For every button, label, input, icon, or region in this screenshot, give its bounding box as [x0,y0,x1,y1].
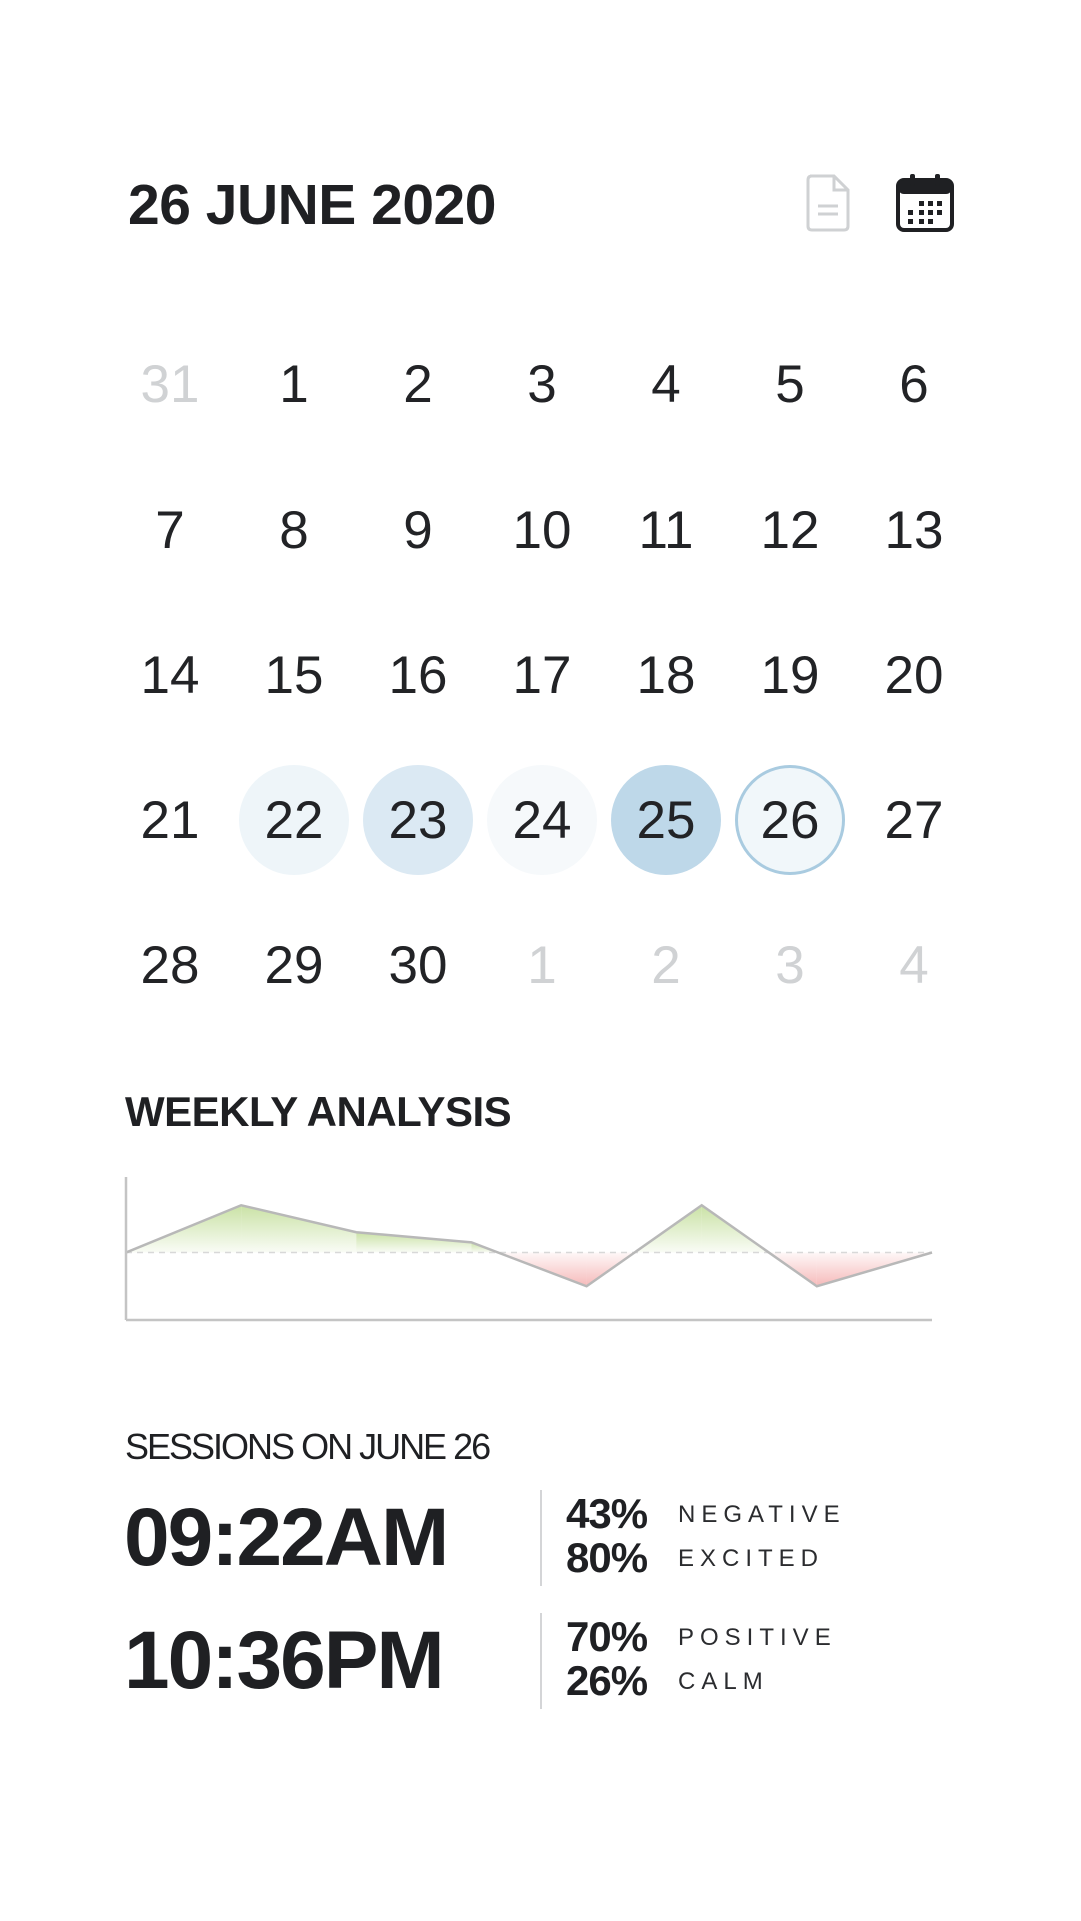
metric-value: 80% [566,1534,648,1581]
calendar-day[interactable]: 25 [611,765,721,875]
calendar-day[interactable]: 19 [735,620,845,730]
metric-label: NEGATIVE [678,1501,846,1528]
metric-label: CALM [678,1668,769,1695]
positive-area [356,1232,472,1253]
calendar-day[interactable]: 5 [735,329,845,439]
calendar-day[interactable]: 16 [363,620,473,730]
calendar-grid: 31 1 2 3 4 5 6 7 8 9 10 11 12 13 14 15 16 17 18 19 20 21 22 23 2… [0,318,1081,1018]
calendar-day[interactable]: 30 [363,910,473,1020]
calendar-day[interactable]: 3 [735,910,845,1020]
calendar-day[interactable]: 14 [115,620,225,730]
calendar-day[interactable]: 20 [859,620,969,730]
calendar-day[interactable]: 27 [859,765,969,875]
divider [540,1613,542,1709]
metric-value: 70% [566,1613,648,1660]
calendar-day[interactable]: 31 [115,329,225,439]
calendar-day[interactable]: 21 [115,765,225,875]
calendar-day[interactable]: 4 [611,329,721,439]
calendar-day[interactable]: 9 [363,475,473,585]
calendar-day[interactable]: 15 [239,620,349,730]
calendar-day[interactable]: 2 [611,910,721,1020]
session-row[interactable]: 10:36PM 70% POSITIVE 26% CALM [0,1613,1081,1723]
calendar-day[interactable]: 7 [115,475,225,585]
metric-label: EXCITED [678,1545,825,1572]
calendar-day[interactable]: 13 [859,475,969,585]
calendar-day[interactable]: 2 [363,329,473,439]
calendar-day[interactable]: 1 [487,910,597,1020]
calendar-day[interactable]: 11 [611,475,721,585]
calendar-day[interactable]: 29 [239,910,349,1020]
calendar-day[interactable]: 17 [487,620,597,730]
calendar-day[interactable]: 24 [487,765,597,875]
calendar-day[interactable]: 23 [363,765,473,875]
calendar-day[interactable]: 3 [487,329,597,439]
metric-value: 43% [566,1490,648,1537]
document-icon[interactable] [796,170,860,234]
sessions-title: SESSIONS ON JUNE 26 [125,1426,491,1467]
weekly-analysis-title: WEEKLY ANALYSIS [125,1088,512,1135]
session-row[interactable]: 09:22AM 43% NEGATIVE 80% EXCITED [0,1490,1081,1600]
calendar-day[interactable]: 22 [239,765,349,875]
calendar-day[interactable]: 6 [859,329,969,439]
calendar-day[interactable]: 18 [611,620,721,730]
divider [540,1490,542,1586]
calendar-day[interactable]: 28 [115,910,225,1020]
session-time: 09:22AM [124,1492,449,1583]
calendar-day[interactable]: 12 [735,475,845,585]
calendar-icon[interactable] [893,170,957,234]
calendar-day[interactable]: 8 [239,475,349,585]
metric-value: 26% [566,1657,648,1704]
metric-label: POSITIVE [678,1624,837,1651]
calendar-day[interactable]: 10 [487,475,597,585]
weekly-chart [120,1175,940,1325]
calendar-day[interactable]: 1 [239,329,349,439]
session-time: 10:36PM [124,1615,445,1706]
weekly-chart-svg [124,1177,933,1322]
calendar-day[interactable]: 4 [859,910,969,1020]
header: 26 JUNE 2020 [0,150,1081,260]
page-title: 26 JUNE 2020 [128,173,496,237]
calendar-day[interactable]: 26 [735,765,845,875]
